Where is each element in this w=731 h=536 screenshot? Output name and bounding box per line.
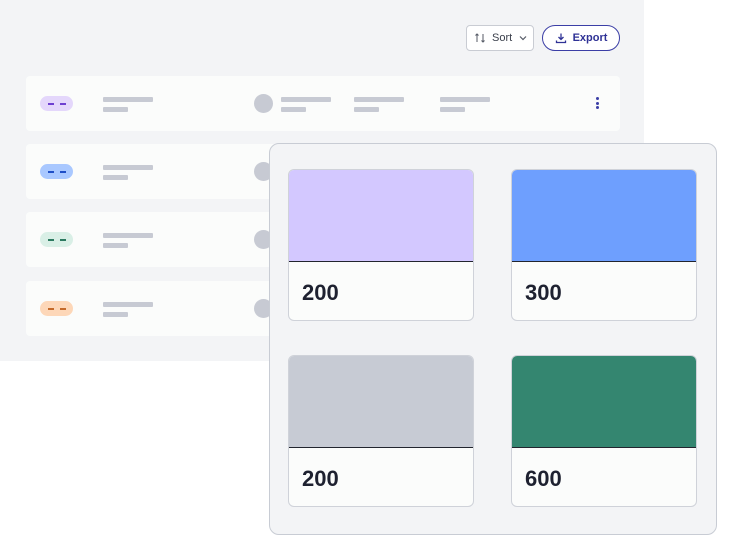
sort-icon xyxy=(474,32,486,44)
text-placeholder xyxy=(440,97,490,102)
text-placeholder xyxy=(103,243,128,248)
text-placeholder xyxy=(103,302,153,307)
swatch-color xyxy=(512,356,696,448)
more-options-icon[interactable] xyxy=(596,97,600,109)
badge-dash xyxy=(47,102,66,105)
status-badge xyxy=(40,96,73,111)
sort-label: Sort xyxy=(492,32,513,44)
swatch-color xyxy=(289,170,473,262)
stage: Sort Export 200 300 200 600 xyxy=(0,0,731,536)
badge-dash xyxy=(47,238,66,241)
swatch-value: 200 xyxy=(302,466,339,491)
export-label: Export xyxy=(572,32,608,44)
status-badge xyxy=(40,301,73,316)
text-placeholder xyxy=(354,97,404,102)
color-swatch-panel: 200 300 200 600 xyxy=(269,143,717,535)
swatch-card[interactable]: 300 xyxy=(511,169,697,321)
swatch-color xyxy=(289,356,473,448)
badge-dash xyxy=(47,170,66,173)
text-placeholder xyxy=(103,97,153,102)
text-placeholder xyxy=(103,233,153,238)
swatch-color xyxy=(512,170,696,262)
swatch-value: 200 xyxy=(302,280,339,305)
text-placeholder xyxy=(354,107,379,112)
text-placeholder xyxy=(103,312,128,317)
swatch-value: 600 xyxy=(525,466,562,491)
sort-button[interactable]: Sort xyxy=(466,25,534,51)
toolbar: Sort Export xyxy=(466,25,620,51)
text-placeholder xyxy=(103,175,128,180)
swatch-card[interactable]: 200 xyxy=(288,355,474,507)
avatar-placeholder-icon xyxy=(254,94,273,113)
swatch-value: 300 xyxy=(525,280,562,305)
text-placeholder xyxy=(103,165,153,170)
badge-dash xyxy=(47,307,66,310)
status-badge xyxy=(40,164,73,179)
text-placeholder xyxy=(281,107,306,112)
status-badge xyxy=(40,232,73,247)
download-icon xyxy=(555,32,567,44)
text-placeholder xyxy=(103,107,128,112)
export-button[interactable]: Export xyxy=(542,25,620,51)
chevron-down-icon xyxy=(518,33,528,43)
list-item[interactable] xyxy=(26,76,620,131)
swatch-card[interactable]: 600 xyxy=(511,355,697,507)
text-placeholder xyxy=(440,107,465,112)
swatch-card[interactable]: 200 xyxy=(288,169,474,321)
text-placeholder xyxy=(281,97,331,102)
